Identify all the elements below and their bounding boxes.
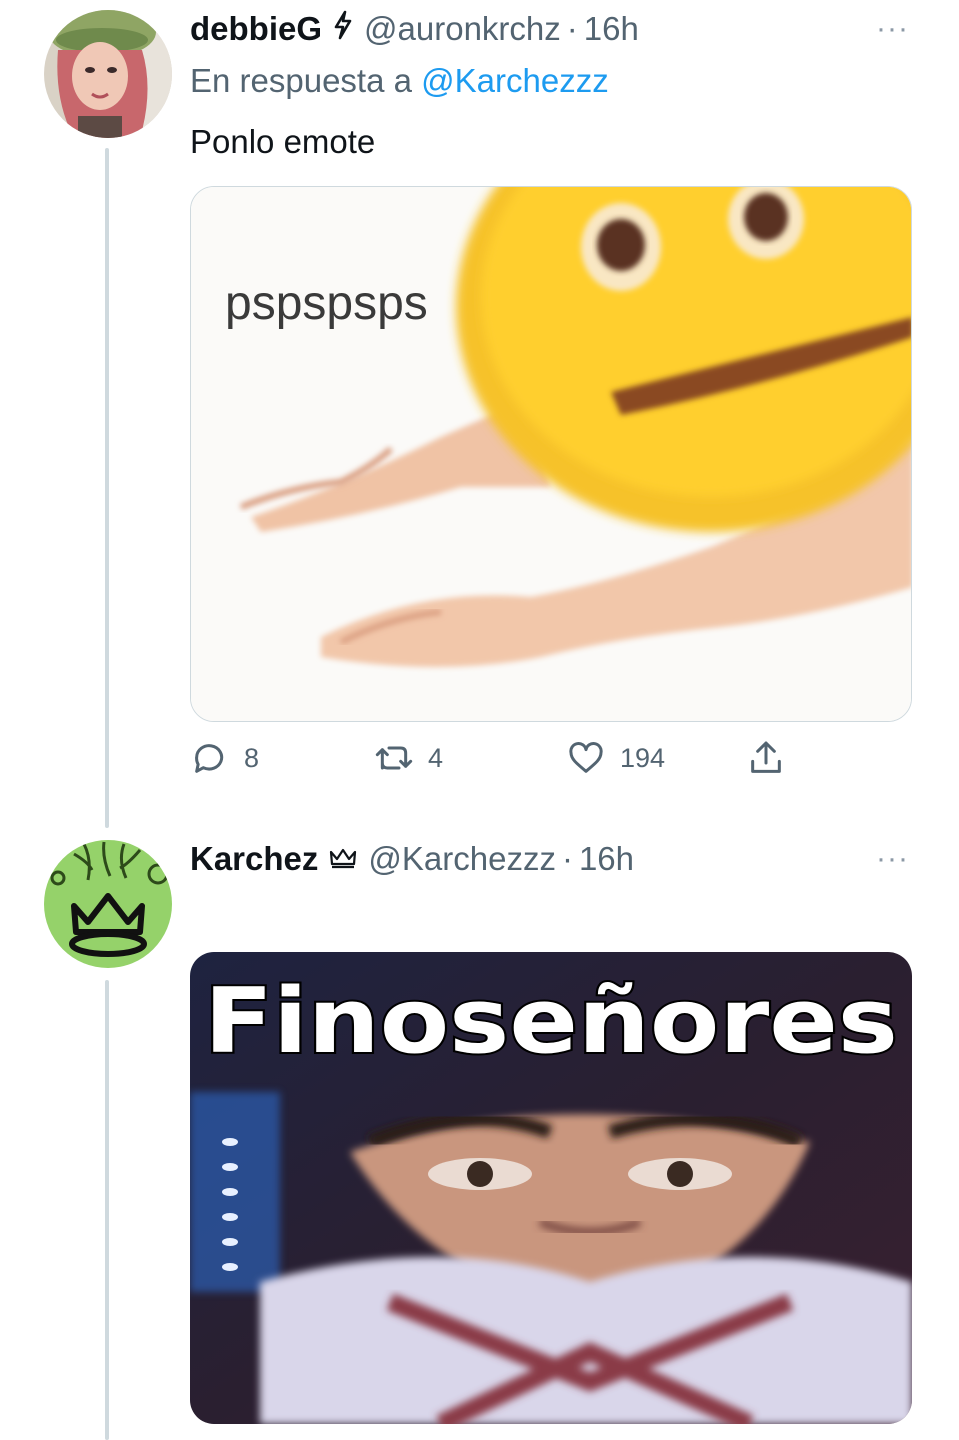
retweet-count: 4: [428, 742, 444, 773]
reply-count: 8: [244, 742, 260, 773]
retweet-button[interactable]: 4: [374, 738, 443, 778]
retweet-icon: [375, 746, 413, 770]
reply-mention-link[interactable]: @Karchezzz: [421, 62, 609, 99]
user-handle[interactable]: @Karchezzz: [368, 840, 556, 878]
user-handle[interactable]: @auronkrchz: [364, 10, 561, 48]
display-name[interactable]: Karchez: [190, 840, 318, 878]
crown-icon: [328, 844, 358, 878]
share-button[interactable]: [746, 738, 786, 778]
thread-line: [105, 980, 109, 1440]
heart-icon: [569, 742, 603, 773]
avatar[interactable]: [44, 10, 172, 138]
like-button[interactable]: 194: [566, 738, 665, 778]
tweet-actions: 8 4 194: [190, 738, 810, 788]
separator-dot: ·: [566, 10, 578, 47]
avatar[interactable]: [44, 840, 172, 968]
timestamp[interactable]: 16h: [579, 840, 634, 878]
reply-icon: [195, 744, 224, 773]
reply-context: En respuesta a @Karchezzz: [190, 62, 609, 100]
tweet-media-image[interactable]: Finoseñores: [190, 952, 912, 1424]
tweet-header: Karchez @Karchezzz · 16h: [190, 840, 634, 878]
reply-button[interactable]: 8: [190, 738, 259, 778]
share-icon: [751, 741, 781, 773]
tweet-media-image[interactable]: pspspsps: [190, 186, 912, 722]
reply-prefix: En respuesta a: [190, 62, 412, 99]
like-count: 194: [620, 742, 666, 773]
more-options-icon[interactable]: ···: [876, 842, 909, 876]
lightning-icon: [332, 10, 354, 48]
separator-dot: ·: [561, 840, 573, 877]
more-options-icon[interactable]: ···: [876, 12, 909, 46]
media-caption-text: Finoseñores: [204, 969, 898, 1074]
timestamp[interactable]: 16h: [584, 10, 639, 48]
thread-line: [105, 148, 109, 828]
tweet-header: debbieG @auronkrchz · 16h: [190, 10, 639, 48]
media-caption-text: pspspsps: [225, 277, 428, 330]
tweet-text: Ponlo emote: [190, 123, 376, 160]
display-name[interactable]: debbieG: [190, 10, 322, 48]
